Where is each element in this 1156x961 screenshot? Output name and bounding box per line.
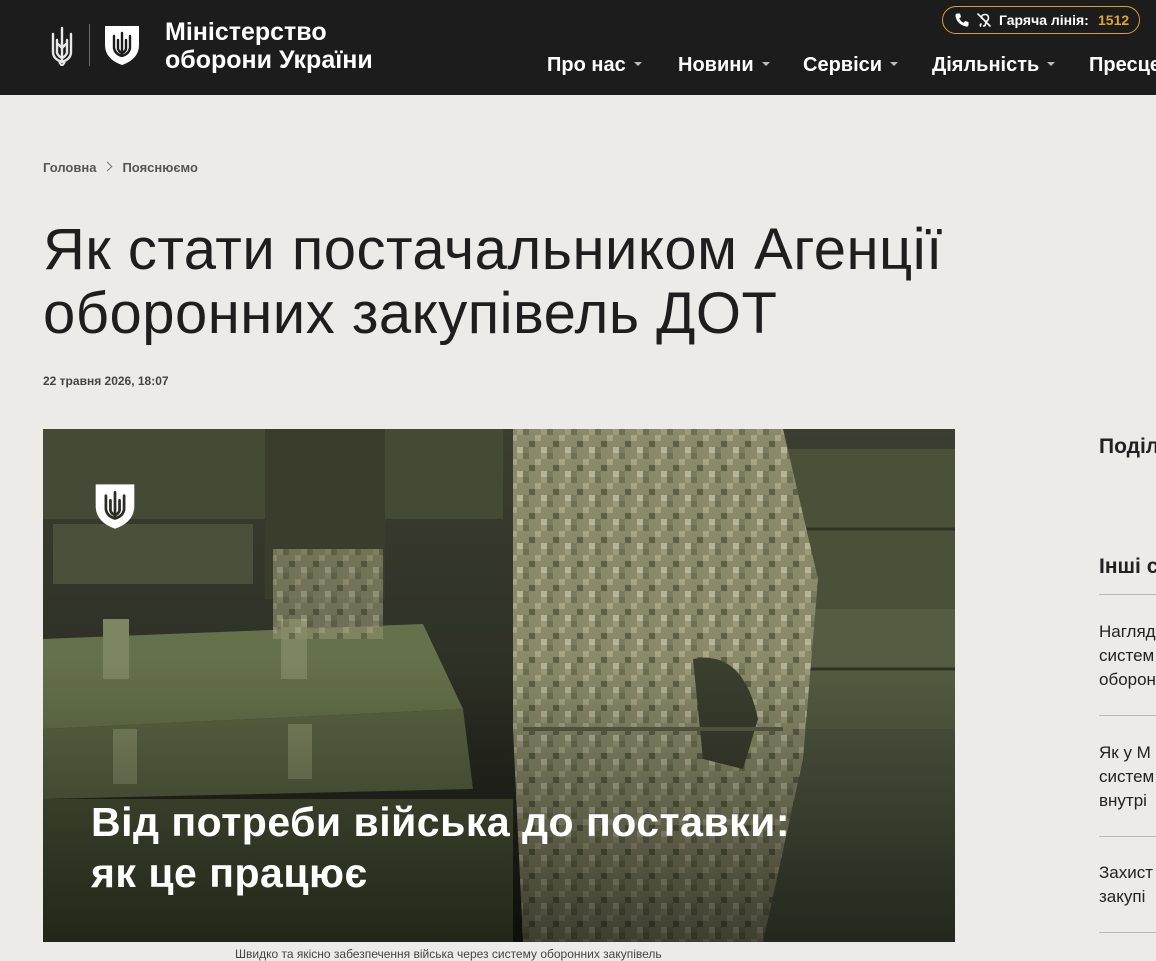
related-line: Як у М	[1099, 743, 1151, 762]
nav-item-activity[interactable]: Діяльність	[932, 54, 1056, 77]
page-title: Як стати постачальником Агенції оборонни…	[43, 217, 943, 346]
image-subcaption: Швидко та якісно забезпечення війська че…	[235, 947, 662, 961]
hotline-label: Гаряча лінія:	[999, 12, 1089, 28]
share-heading: Поділ	[1099, 435, 1156, 458]
related-line: Захист	[1099, 863, 1154, 882]
hero-caption: Від потреби війська до поставки: як це п…	[91, 797, 790, 899]
main-nav: Про нас Новини Сервіси Діяльність Пресце	[0, 54, 1156, 80]
nav-label: Новини	[678, 54, 754, 76]
hotline-number: 1512	[1098, 12, 1130, 28]
related-line: закупі	[1099, 887, 1146, 906]
chevron-right-icon	[103, 161, 113, 172]
related-article-1[interactable]: Нагляд систем оборон	[1099, 620, 1156, 692]
related-article-3[interactable]: Захист закупі	[1099, 861, 1153, 909]
chevron-down-icon	[890, 61, 899, 66]
chevron-down-icon	[1047, 61, 1056, 66]
nav-item-press[interactable]: Пресце	[1089, 54, 1156, 77]
related-line: Нагляд	[1099, 622, 1156, 641]
mod-shield-icon	[95, 484, 135, 529]
hero-caption-line1: Від потреби війська до поставки:	[91, 799, 791, 845]
site-title-line1: Міністерство	[165, 18, 327, 46]
nav-label: Діяльність	[932, 54, 1040, 76]
breadcrumb-home[interactable]: Головна	[43, 160, 96, 175]
divider	[1099, 594, 1156, 595]
nav-item-about[interactable]: Про нас	[547, 54, 642, 77]
nav-label: Сервіси	[803, 54, 883, 76]
divider	[1099, 715, 1156, 716]
divider	[1099, 836, 1156, 837]
nav-item-news[interactable]: Новини	[678, 54, 770, 77]
hotline-button[interactable]: Гаряча лінія: 1512	[942, 6, 1140, 34]
nav-item-services[interactable]: Сервіси	[803, 54, 899, 77]
hero-image: Від потреби війська до поставки: як це п…	[43, 429, 955, 942]
chevron-down-icon	[633, 61, 642, 66]
nav-label: Пресце	[1089, 54, 1156, 76]
publish-date: 22 травня 2026, 18:07	[43, 374, 169, 388]
related-line: внутрі	[1099, 791, 1147, 810]
related-line: систем	[1099, 646, 1155, 665]
chevron-down-icon	[761, 61, 770, 66]
related-line: оборон	[1099, 670, 1156, 689]
related-line: систем	[1099, 767, 1155, 786]
breadcrumb: Головна Пояснюємо	[43, 159, 198, 175]
phone-icon	[955, 13, 969, 27]
hero-caption-line2: як це працює	[91, 850, 368, 896]
related-article-2[interactable]: Як у М систем внутрі	[1099, 741, 1154, 813]
divider	[1099, 932, 1156, 933]
site-header: Міністерство оборони України Гаряча ліні…	[0, 0, 1156, 95]
breadcrumb-current[interactable]: Пояснюємо	[122, 160, 197, 175]
nav-label: Про нас	[547, 54, 626, 76]
other-articles-heading: Інші с	[1099, 555, 1156, 578]
hearing-impaired-icon	[977, 13, 991, 27]
